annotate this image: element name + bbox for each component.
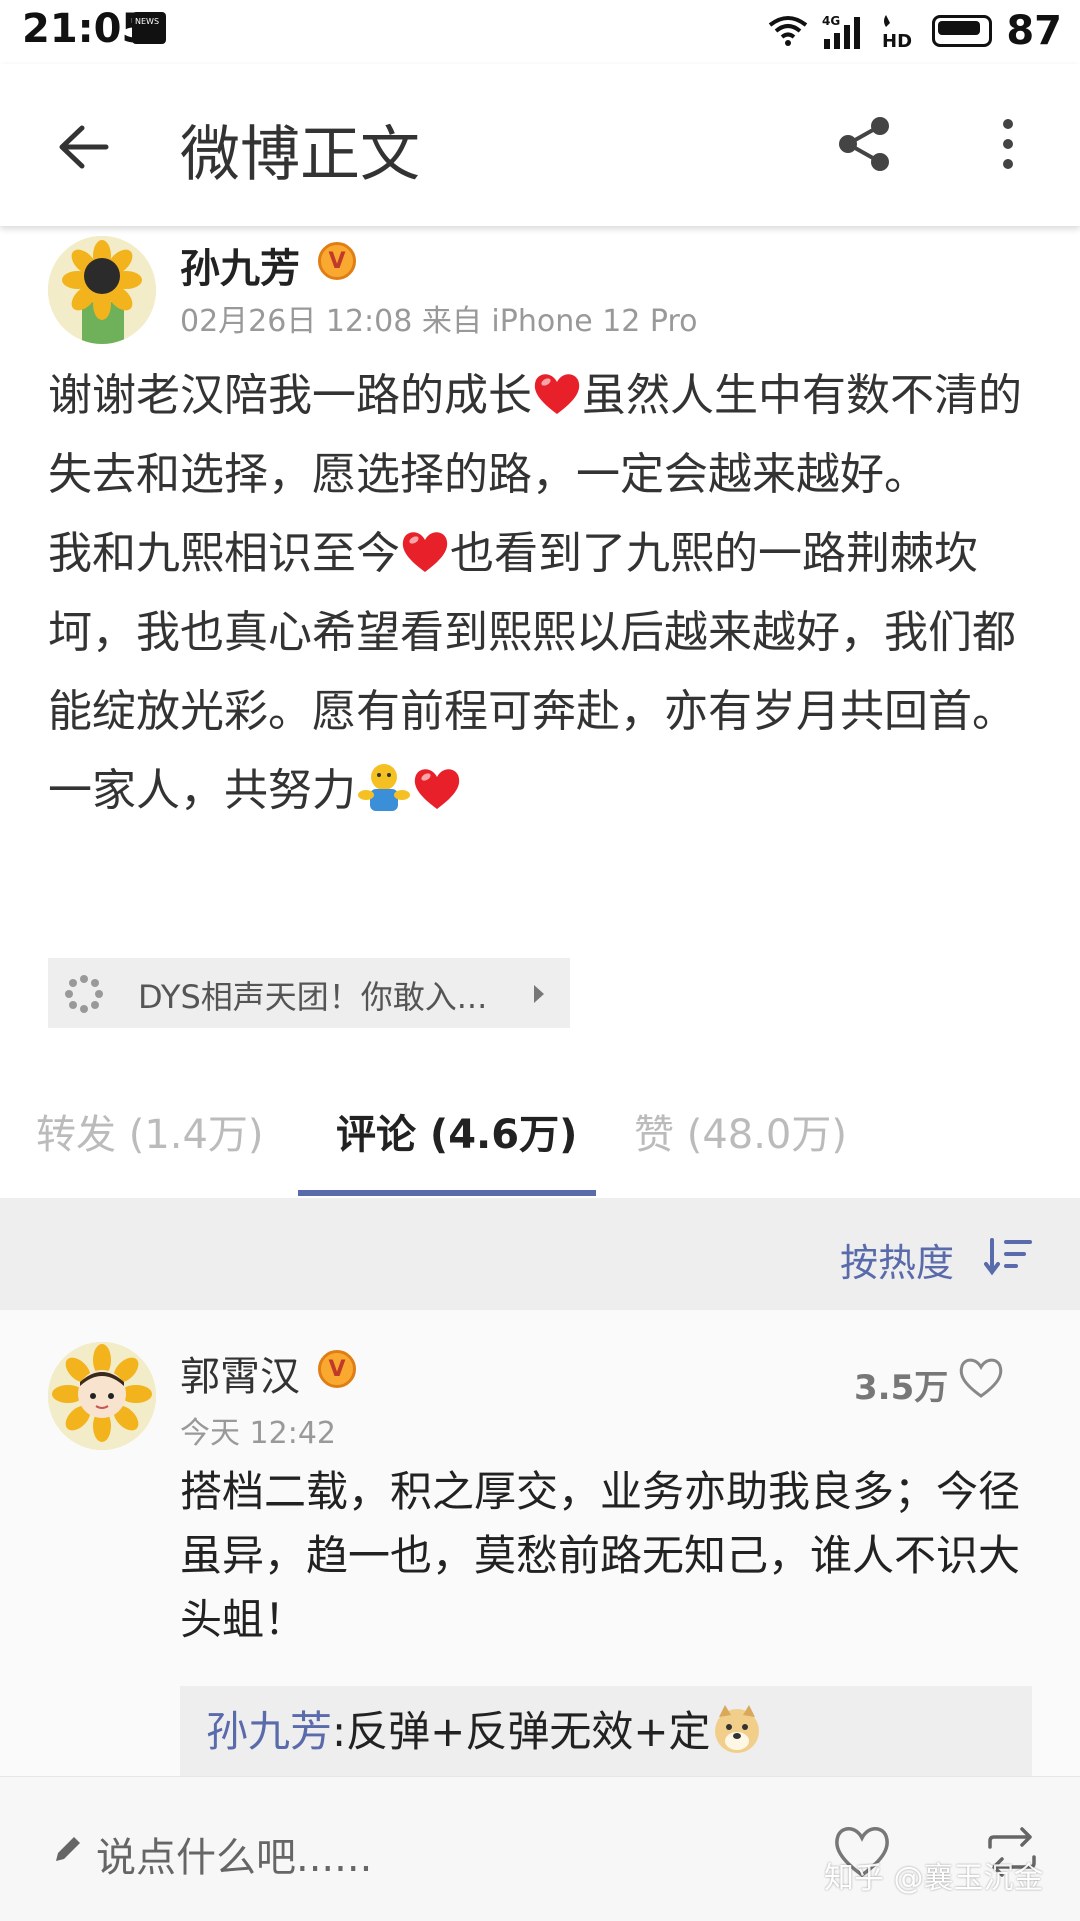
comment-text: 搭档二载，积之厚交，业务亦助我良多；今径虽异，趋一也，莫愁前路无知己，谁人不识大… [180, 1467, 1021, 1644]
verified-badge-icon: V [318, 1350, 356, 1388]
page-title: 微博正文 [180, 120, 420, 190]
avatar[interactable] [48, 1342, 156, 1450]
tab-comment[interactable]: 评论 (4.6万) [336, 1102, 577, 1160]
post-content: 谢谢老汉陪我一路的成长 虽然人生中有数不清的失去和选择，愿选择的路，一定会越来越好… [48, 356, 1038, 830]
status-time: 21:05 [22, 6, 150, 52]
status-bar: 21:05 4G HD 87 [0, 0, 1080, 64]
more-vertical-icon[interactable] [996, 114, 1020, 174]
network-label: 4G [822, 14, 840, 28]
post-author-name[interactable]: 孙九芳 [180, 236, 300, 294]
sort-bar: 按热度 [0, 1198, 1080, 1310]
zhihu-watermark: 知乎 @襄玉沉金 [824, 1861, 1044, 1896]
topic-card[interactable]: DYS相声天团！你敢入... [48, 958, 570, 1028]
comment-item: 郭霄汉 V 今天 12:42 3.5万 搭档二载，积之厚交，业务亦助我良多；今径… [0, 1310, 1080, 1780]
sort-icon[interactable] [984, 1236, 1032, 1276]
pencil-icon [56, 1837, 80, 1861]
hd-label: HD [882, 31, 912, 49]
signal-icon: 4G [822, 14, 861, 49]
avatar[interactable] [48, 236, 156, 344]
loading-spinner-icon [65, 975, 103, 1013]
arrow-left-icon[interactable] [54, 118, 112, 176]
sunflower-boy-avatar-icon [48, 1342, 156, 1450]
status-icons: 4G HD 87 [768, 8, 1062, 54]
post-meta: 02月26日 12:08 来自 iPhone 12 Pro [180, 304, 698, 339]
heart-outline-icon[interactable] [956, 1354, 1006, 1400]
chevron-right-icon [534, 985, 544, 1003]
tab-repost[interactable]: 转发 (1.4万) [36, 1102, 264, 1160]
reply-text: :反弹+反弹无效+定 [332, 1707, 711, 1756]
post-paragraph-2: 我和九熙相识至今 也看到了九熙的一路荆棘坎坷，我也真心希望看到熙熙以后越来越好，我… [48, 514, 1038, 830]
tab-like[interactable]: 赞 (48.0万) [634, 1102, 847, 1160]
sort-button[interactable]: 按热度 [840, 1232, 954, 1287]
post-paragraph-1: 谢谢老汉陪我一路的成长 虽然人生中有数不清的失去和选择，愿选择的路，一定会越来越好… [48, 356, 1038, 514]
weibo-post: 孙九芳 V 02月26日 12:08 来自 iPhone 12 Pro 谢谢老汉… [0, 226, 1080, 1056]
app-header: 微博正文 [0, 64, 1080, 226]
heart-emoji-icon [534, 374, 580, 414]
active-tab-indicator [298, 1190, 596, 1196]
comment-input[interactable]: 说点什么吧...... [96, 1825, 372, 1883]
topic-label: DYS相声天团！你敢入... [138, 978, 488, 1016]
comment-author-name[interactable]: 郭霄汉 [180, 1344, 300, 1402]
doge-emoji-icon [714, 1704, 759, 1753]
bottom-bar: 说点什么吧...... 知乎 @襄玉沉金 [0, 1776, 1080, 1921]
battery-icon [932, 15, 993, 47]
hug-emoji-icon [358, 764, 410, 811]
post-tabs: 转发 (1.4万) 评论 (4.6万) 赞 (48.0万) [0, 1056, 1080, 1198]
verified-badge-icon: V [318, 242, 356, 280]
post-text: 我和九熙相识至今 [48, 528, 400, 579]
hd-call-icon: HD [882, 15, 912, 49]
comment-like-count: 3.5万 [854, 1368, 949, 1408]
comment-time: 今天 12:42 [180, 1416, 336, 1451]
heart-emoji-icon [402, 532, 448, 572]
battery-percent: 87 [1006, 8, 1062, 54]
wifi-icon [769, 16, 808, 46]
reply-author-name[interactable]: 孙九芳 [206, 1698, 332, 1759]
share-icon[interactable] [834, 114, 894, 174]
heart-emoji-icon [414, 769, 460, 809]
sunflower-avatar-icon [48, 236, 156, 344]
post-text: 谢谢老汉陪我一路的成长 [48, 370, 532, 421]
news-notification-icon [132, 12, 166, 44]
reply-preview[interactable]: 孙九芳:反弹+反弹无效+定 [180, 1686, 1032, 1780]
reply-line: 孙九芳:反弹+反弹无效+定 [206, 1698, 763, 1759]
